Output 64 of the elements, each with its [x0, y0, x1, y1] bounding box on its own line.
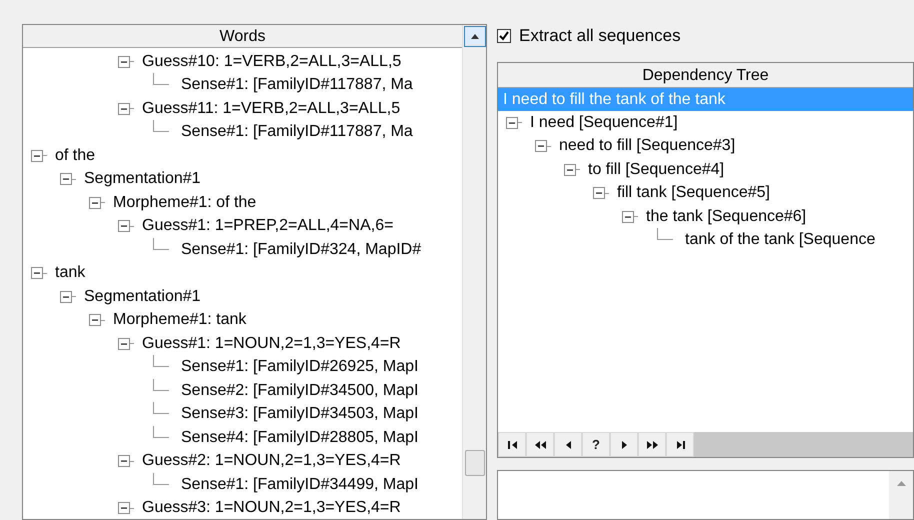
collapse-toggle[interactable] — [118, 102, 130, 115]
tree-item[interactable]: Sense#1: [FamilyID#117887, Ma — [173, 73, 413, 98]
tree-item[interactable]: the tank [Sequence#6] — [638, 204, 806, 229]
help-button[interactable]: ? — [582, 432, 610, 457]
prior-page-button[interactable] — [526, 432, 554, 457]
tree-item[interactable]: fill tank [Sequence#5] — [609, 181, 770, 206]
collapse-toggle[interactable] — [89, 314, 101, 326]
tree-item[interactable]: tank of the tank [Sequence — [677, 228, 876, 252]
next-button[interactable] — [610, 432, 638, 457]
next-page-icon — [646, 438, 658, 450]
scrollbar[interactable] — [889, 471, 913, 519]
last-button[interactable] — [666, 432, 694, 457]
tree-item[interactable]: Sense#1: [FamilyID#26925, MapI — [173, 355, 418, 380]
collapse-toggle[interactable] — [89, 196, 101, 209]
collapse-toggle[interactable] — [60, 173, 72, 186]
tree-item[interactable]: Sense#3: [FamilyID#34503, MapI — [173, 402, 418, 426]
collapse-toggle[interactable] — [506, 116, 518, 129]
first-button[interactable] — [498, 432, 526, 457]
next-page-button[interactable] — [638, 432, 666, 457]
tree-item[interactable]: to fill [Sequence#4] — [580, 158, 724, 182]
first-icon — [506, 438, 518, 450]
tree-item[interactable]: need to fill [Sequence#3] — [551, 134, 736, 158]
collapse-toggle[interactable] — [564, 164, 576, 176]
tree-item[interactable]: Morpheme#1: of the — [105, 190, 256, 215]
tree-item[interactable]: Guess#1: 1=PREP,2=ALL,4=NA,6= — [134, 214, 394, 238]
tree-item[interactable]: of the — [47, 144, 96, 168]
text-area[interactable] — [497, 470, 914, 520]
tree-item[interactable]: Sense#1: [FamilyID#34499, MapI — [173, 472, 418, 497]
tree-item[interactable]: Guess#10: 1=VERB,2=ALL,3=ALL,5 — [134, 50, 402, 74]
prior-button[interactable] — [554, 432, 582, 457]
tree-item[interactable]: Sense#1: [FamilyID#117887, Ma — [173, 120, 413, 144]
collapse-toggle[interactable] — [118, 455, 130, 468]
collapse-toggle[interactable] — [31, 267, 43, 280]
collapse-toggle[interactable] — [118, 338, 130, 350]
collapse-toggle[interactable] — [535, 140, 547, 152]
collapse-toggle[interactable] — [31, 150, 43, 162]
tree-item[interactable]: Guess#3: 1=NOUN,2=1,3=YES,4=R — [134, 496, 401, 519]
tree-item[interactable]: Guess#11: 1=VERB,2=ALL,3=ALL,5 — [134, 96, 400, 121]
scrollbar[interactable] — [462, 25, 486, 519]
tree-item[interactable]: Morpheme#1: tank — [105, 308, 246, 332]
collapse-toggle[interactable] — [118, 220, 130, 232]
tree-item[interactable]: Segmentation#1 — [76, 167, 201, 192]
checkbox-label: Extract all sequences — [519, 25, 681, 48]
collapse-toggle[interactable] — [622, 210, 634, 223]
up-arrow-icon — [896, 481, 906, 486]
up-arrow-icon — [470, 34, 478, 39]
collapse-toggle[interactable] — [118, 502, 130, 514]
prior-page-icon — [534, 438, 546, 450]
scroll-thumb[interactable] — [465, 450, 485, 476]
tree-item[interactable]: Sense#2: [FamilyID#34500, MapI — [173, 378, 418, 403]
tree-item[interactable]: Sense#1: [FamilyID#324, MapID# — [173, 238, 422, 262]
collapse-toggle[interactable] — [60, 290, 72, 303]
column-header: Dependency Tree — [498, 63, 913, 88]
tree-item[interactable]: Sense#4: [FamilyID#28805, MapI — [173, 426, 418, 450]
checkbox[interactable] — [497, 29, 511, 43]
scroll-up-button[interactable] — [464, 26, 486, 47]
tree-item[interactable]: I need [Sequence#1] — [522, 110, 678, 135]
tree-item[interactable]: tank — [47, 261, 86, 286]
tree-item[interactable]: Segmentation#1 — [76, 284, 201, 309]
collapse-toggle[interactable] — [118, 56, 130, 68]
tree-item[interactable]: Guess#2: 1=NOUN,2=1,3=YES,4=R — [134, 449, 401, 474]
tree-item[interactable]: Guess#1: 1=NOUN,2=1,3=YES,4=R — [134, 332, 401, 356]
column-header: Words — [23, 25, 462, 48]
collapse-toggle[interactable] — [593, 187, 605, 200]
